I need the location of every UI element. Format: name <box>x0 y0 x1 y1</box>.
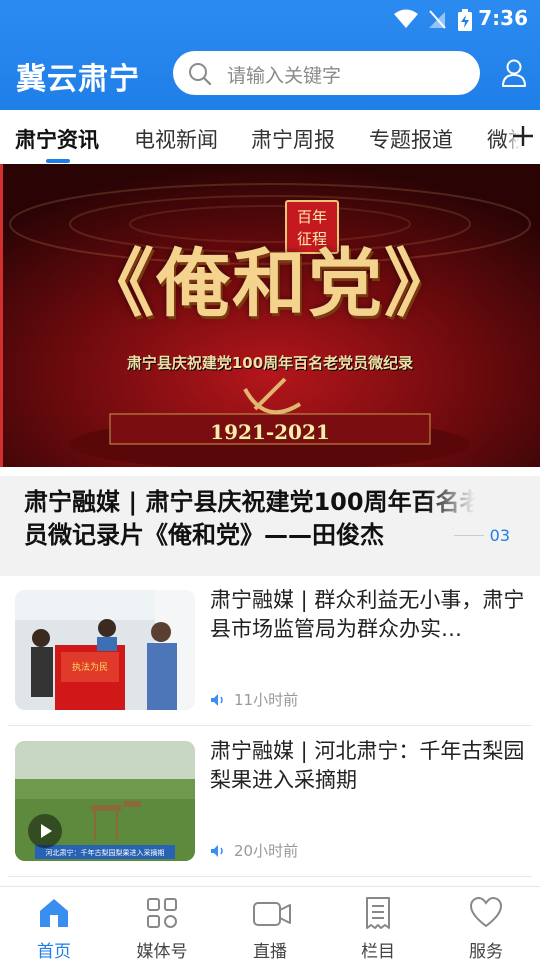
app-logo: 冀云肃宁 <box>16 62 140 97</box>
svg-text:执法为民: 执法为民 <box>72 661 108 673</box>
tab-tv-news[interactable]: 电视新闻 <box>134 124 218 154</box>
nav-label: 直播 <box>253 942 287 960</box>
heart-icon <box>469 896 503 928</box>
play-video-icon[interactable] <box>27 813 63 849</box>
video-camera-icon <box>253 902 291 926</box>
document-icon <box>366 897 390 929</box>
list-divider <box>8 876 532 877</box>
search-icon <box>189 63 212 86</box>
tab-special-reports[interactable]: 专题报道 <box>369 124 453 154</box>
no-signal-icon <box>429 10 446 29</box>
channel-tabs: 肃宁资讯 电视新闻 肃宁周报 专题报道 微视 <box>0 110 540 164</box>
clock: 7:36 <box>478 6 528 30</box>
search-placeholder: 请输入关键字 <box>227 65 342 87</box>
featured-banner[interactable]: 百年 征程 《俺和党》 肃宁县庆祝建党100周年百名老党员微纪录 1921-20… <box>0 164 540 467</box>
banner-caption-box[interactable]: 肃宁融媒 | 肃宁县庆祝建党100周年百名老党员微记录片《俺和党》——田俊杰 0… <box>0 476 540 576</box>
news-thumbnail: 河北肃宁：千年古梨园梨果进入采摘期 <box>15 741 195 861</box>
nav-live[interactable]: 直播 <box>216 887 324 960</box>
active-tab-indicator <box>46 159 70 163</box>
news-thumbnail: 执法为民 <box>15 590 195 710</box>
news-time: 11小时前 <box>234 691 299 709</box>
banner-subtitle: 肃宁县庆祝建党100周年百名老党员微纪录 <box>126 354 414 372</box>
battery-charging-icon <box>458 9 472 31</box>
nav-services[interactable]: 服务 <box>432 887 540 960</box>
pager-line <box>454 535 484 536</box>
nav-label: 服务 <box>469 942 503 960</box>
banner-caption: 肃宁融媒 | 肃宁县庆祝建党100周年百名老党员微记录片《俺和党》——田俊杰 <box>24 488 508 549</box>
nav-home[interactable]: 首页 <box>0 887 108 960</box>
search-input[interactable]: 请输入关键字 <box>173 51 480 95</box>
home-icon <box>40 899 68 927</box>
nav-label: 首页 <box>37 942 71 960</box>
news-item[interactable]: 执法为民 肃宁融媒 | 群众利益无小事，肃宁县市场监管局为群众办实… 11小时前 <box>0 576 540 726</box>
news-title: 肃宁融媒 | 群众利益无小事，肃宁县市场监管局为群众办实… <box>210 588 525 641</box>
app-header: 7:36 冀云肃宁 请输入关键字 <box>0 0 540 110</box>
status-bar: 7:36 <box>0 0 540 36</box>
user-profile-icon[interactable] <box>500 58 528 88</box>
nav-media[interactable]: 媒体号 <box>108 887 216 960</box>
audio-speaker-icon[interactable] <box>210 844 226 858</box>
news-item[interactable]: 河北肃宁：千年古梨园梨果进入采摘期 肃宁融媒 | 河北肃宁：千年古梨园梨果进入采… <box>0 727 540 877</box>
thumb-caption: 河北肃宁：千年古梨园梨果进入采摘期 <box>46 848 165 857</box>
grid-icon <box>147 898 177 928</box>
nav-columns[interactable]: 栏目 <box>324 887 432 960</box>
list-divider <box>8 725 532 726</box>
banner-years: 1921-2021 <box>210 420 330 444</box>
news-time: 20小时前 <box>234 842 299 860</box>
wifi-icon <box>394 9 418 28</box>
banner-big-title: 《俺和党》 <box>80 241 460 327</box>
audio-speaker-icon[interactable] <box>210 693 226 707</box>
news-image-award: 执法为民 <box>15 590 195 710</box>
plus-icon <box>513 126 533 146</box>
nav-label: 栏目 <box>361 942 395 960</box>
banner-page-indicator: 03 <box>489 526 510 545</box>
tab-sushning-news[interactable]: 肃宁资讯 <box>15 124 99 154</box>
news-meta: 11小时前 <box>210 689 298 710</box>
news-title: 肃宁融媒 | 河北肃宁：千年古梨园梨果进入采摘期 <box>210 739 525 792</box>
add-channel-button[interactable] <box>506 110 540 164</box>
tab-weekly[interactable]: 肃宁周报 <box>251 124 335 154</box>
news-meta: 20小时前 <box>210 840 298 861</box>
bottom-navigation: 首页 媒体号 直播 栏目 服务 <box>0 886 540 960</box>
nav-label: 媒体号 <box>136 942 188 960</box>
